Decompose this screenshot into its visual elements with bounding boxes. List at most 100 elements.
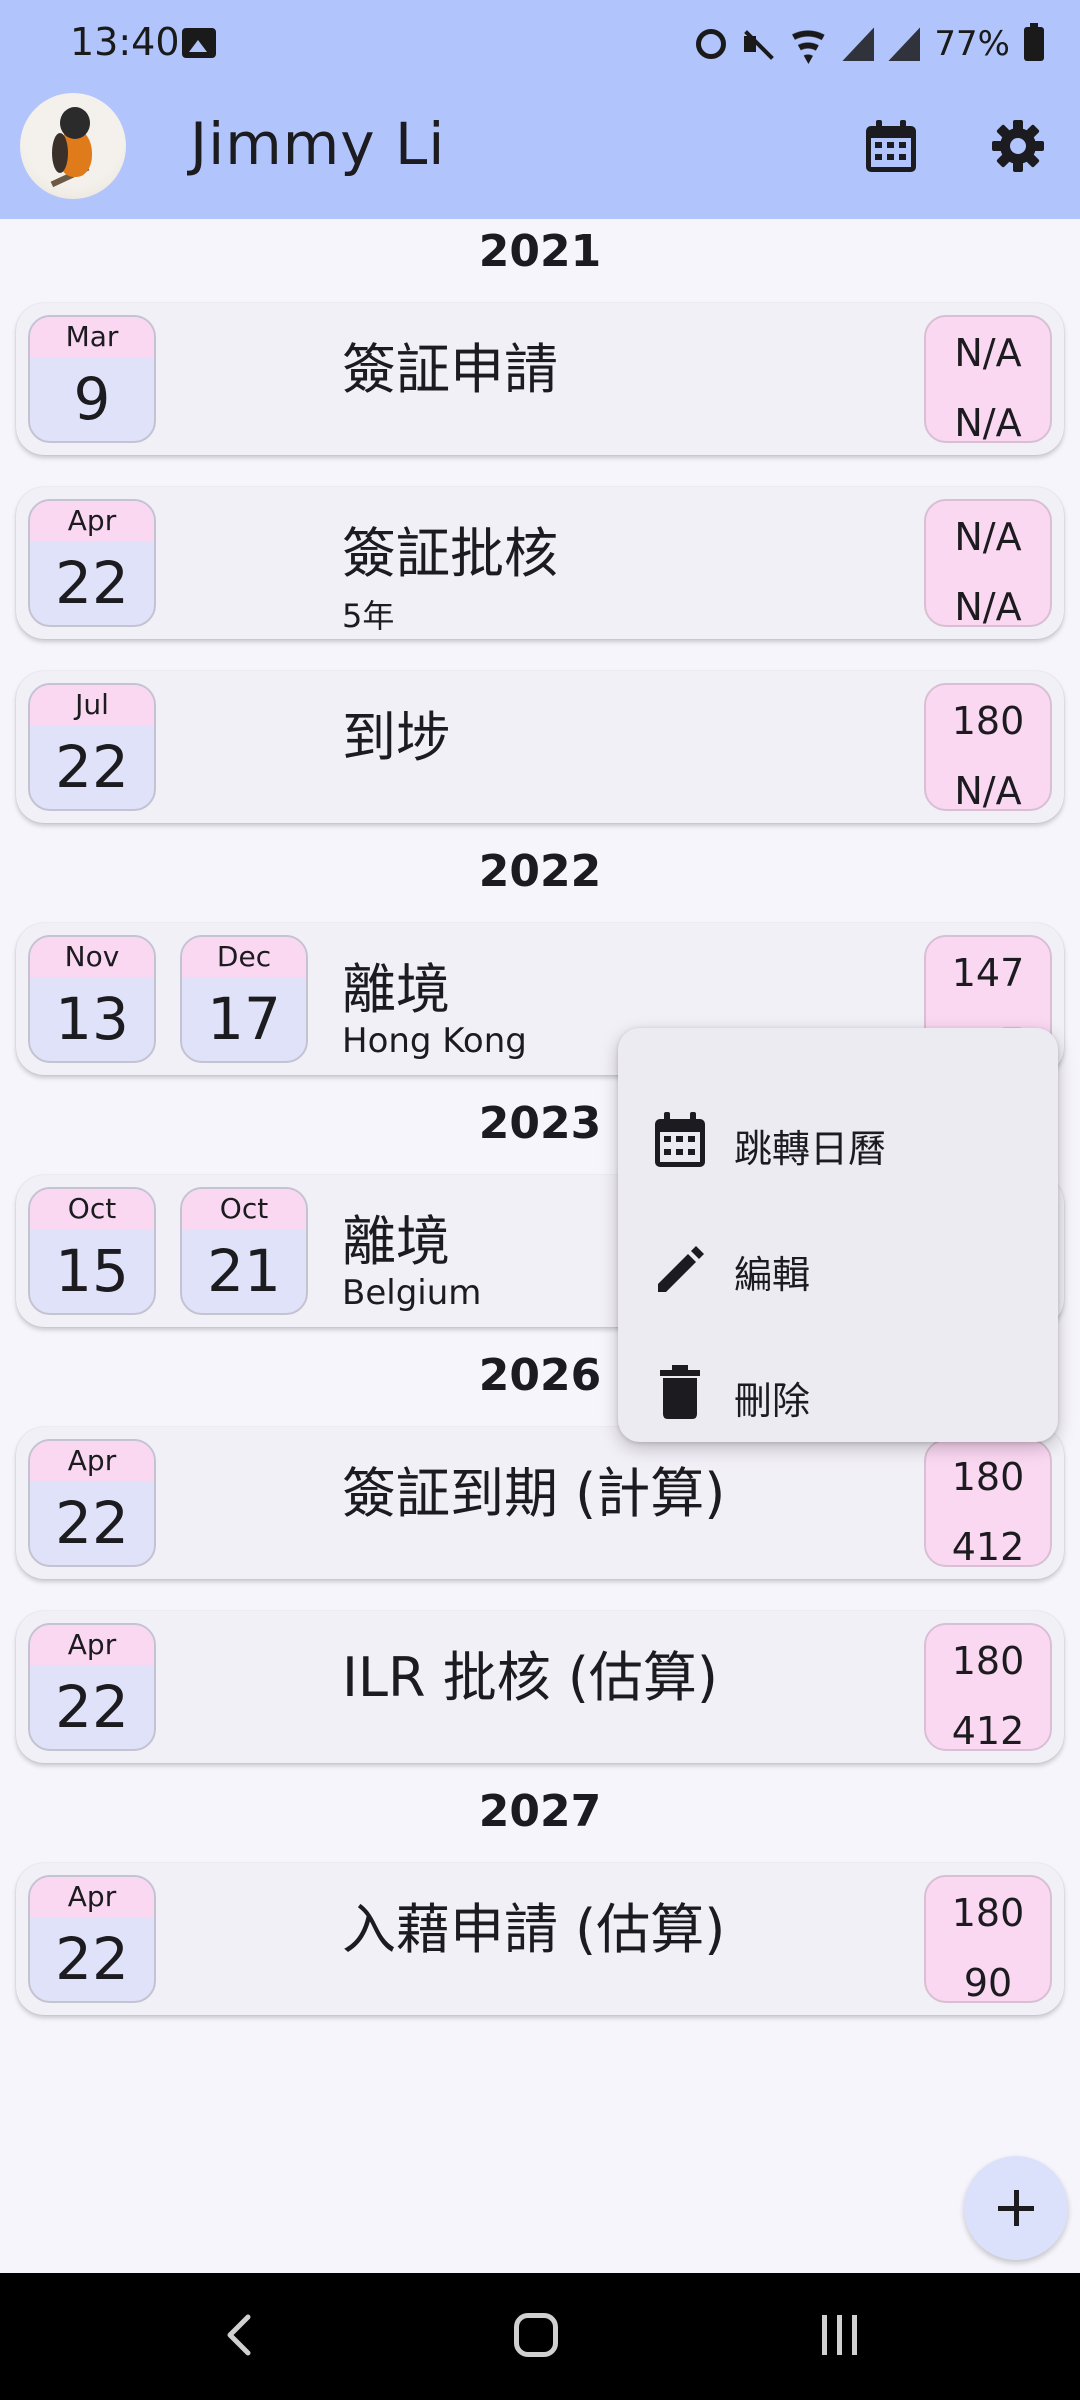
event-subtitle: Belgium <box>342 1273 482 1313</box>
day-count-badge: 180 412 <box>924 1623 1052 1751</box>
date-day: 22 <box>55 733 129 801</box>
menu-item-delete[interactable]: 刪除 <box>618 1332 1058 1452</box>
event-title: ILR 批核 (估算) <box>342 1646 718 1709</box>
home-icon[interactable] <box>514 2313 558 2357</box>
date-month: Apr <box>30 1441 154 1481</box>
date-day: 22 <box>55 1925 129 1993</box>
image-icon <box>182 28 216 58</box>
back-icon[interactable] <box>220 2313 256 2357</box>
count-top: N/A <box>954 515 1022 559</box>
event-card[interactable]: Apr 22 ILR 批核 (估算) 180 412 <box>16 1611 1064 1763</box>
count-top: 180 <box>951 1455 1025 1499</box>
date-month: Apr <box>30 1625 154 1665</box>
menu-item-label: 刪除 <box>734 1379 811 1423</box>
date-day: 22 <box>55 1489 129 1557</box>
context-menu: 跳轉日曆 編輯 刪除 <box>618 1028 1058 1442</box>
event-title: 離境 <box>342 958 450 1021</box>
menu-item-label: 編輯 <box>734 1253 811 1297</box>
day-count-badge: 180 N/A <box>924 683 1052 811</box>
day-count-badge: 180 90 <box>924 1875 1052 2003</box>
date-badge: Mar 9 <box>28 315 156 443</box>
trash-icon <box>660 1365 700 1419</box>
wifi-icon <box>788 28 829 64</box>
battery-percent: 77% <box>934 24 1010 64</box>
system-nav-bar <box>0 2273 1080 2400</box>
count-top: 180 <box>951 1639 1025 1683</box>
event-card[interactable]: Mar 9 簽証申請 N/A N/A <box>16 303 1064 455</box>
date-day: 15 <box>55 1237 129 1305</box>
count-bottom: N/A <box>954 401 1022 443</box>
signal-r-icon <box>888 27 921 61</box>
date-day: 21 <box>207 1237 281 1305</box>
year-header: 2022 <box>478 846 602 897</box>
date-badge-end: Oct 21 <box>180 1187 308 1315</box>
status-time: 13:40 <box>70 20 180 64</box>
menu-item-jump-to-calendar[interactable]: 跳轉日曆 <box>618 1080 1058 1200</box>
count-bottom: N/A <box>954 769 1022 811</box>
event-title: 簽証批核 <box>342 522 558 585</box>
date-day: 22 <box>55 1673 129 1741</box>
date-month: Apr <box>30 501 154 541</box>
avatar[interactable] <box>20 93 126 199</box>
date-month: Dec <box>182 937 306 977</box>
menu-item-edit[interactable]: 編輯 <box>618 1206 1058 1326</box>
date-month: Oct <box>30 1189 154 1229</box>
count-bottom: 90 <box>963 1961 1013 2003</box>
event-title: 簽証申請 <box>342 338 558 401</box>
calendar-icon <box>655 1112 705 1167</box>
count-bottom: 412 <box>951 1525 1025 1567</box>
year-header: 2021 <box>478 226 602 277</box>
event-subtitle: Hong Kong <box>342 1021 527 1061</box>
count-bottom: 412 <box>951 1709 1025 1751</box>
date-badge-start: Oct 15 <box>28 1187 156 1315</box>
add-event-button[interactable] <box>964 2156 1068 2260</box>
date-badge-start: Nov 13 <box>28 935 156 1063</box>
event-card[interactable]: Apr 22 簽証批核 5年 N/A N/A <box>16 487 1064 639</box>
date-badge: Apr 22 <box>28 1623 156 1751</box>
date-day: 13 <box>55 985 129 1053</box>
date-badge: Apr 22 <box>28 1439 156 1567</box>
date-month: Oct <box>182 1189 306 1229</box>
date-badge-end: Dec 17 <box>180 935 308 1063</box>
count-top: 180 <box>951 1891 1025 1935</box>
date-month: Jul <box>30 685 154 725</box>
date-badge: Apr 22 <box>28 499 156 627</box>
event-card[interactable]: Apr 22 入藉申請 (估算) 180 90 <box>16 1863 1064 2015</box>
event-title: 簽証到期 (計算) <box>342 1462 726 1525</box>
mute-icon <box>740 27 774 61</box>
day-count-badge: N/A N/A <box>924 315 1052 443</box>
alarm-icon <box>696 29 727 59</box>
date-badge: Apr 22 <box>28 1875 156 2003</box>
event-title: 到埗 <box>342 706 450 769</box>
day-count-badge: N/A N/A <box>924 499 1052 627</box>
count-bottom: N/A <box>954 585 1022 627</box>
date-month: Nov <box>30 937 154 977</box>
gear-icon <box>992 120 1044 172</box>
battery-icon <box>1024 23 1044 61</box>
date-badge: Jul 22 <box>28 683 156 811</box>
pencil-icon <box>658 1246 704 1292</box>
recent-apps-icon[interactable] <box>820 2315 860 2355</box>
settings-button[interactable] <box>990 118 1044 174</box>
status-bar: 13:40 77% <box>0 0 1080 88</box>
count-top: 147 <box>951 951 1025 995</box>
date-day: 9 <box>73 365 111 433</box>
menu-item-label: 跳轉日曆 <box>734 1127 887 1171</box>
date-day: 17 <box>207 985 281 1053</box>
date-month: Mar <box>30 317 154 357</box>
year-header: 2027 <box>478 1786 602 1837</box>
signal-icon <box>842 27 875 61</box>
date-month: Apr <box>30 1877 154 1917</box>
event-title: 入藉申請 (估算) <box>342 1898 726 1961</box>
day-count-badge: 180 412 <box>924 1439 1052 1567</box>
count-top: N/A <box>954 331 1022 375</box>
page-title: Jimmy Li <box>190 110 446 178</box>
count-top: 180 <box>951 699 1025 743</box>
status-icons: 77% <box>696 22 1044 66</box>
app-header: 13:40 77% Jimmy Li <box>0 0 1080 219</box>
event-card[interactable]: Jul 22 到埗 180 N/A <box>16 671 1064 823</box>
calendar-icon <box>866 120 916 172</box>
event-subtitle: 5年 <box>342 597 395 635</box>
date-day: 22 <box>55 549 129 617</box>
calendar-button[interactable] <box>864 118 918 174</box>
